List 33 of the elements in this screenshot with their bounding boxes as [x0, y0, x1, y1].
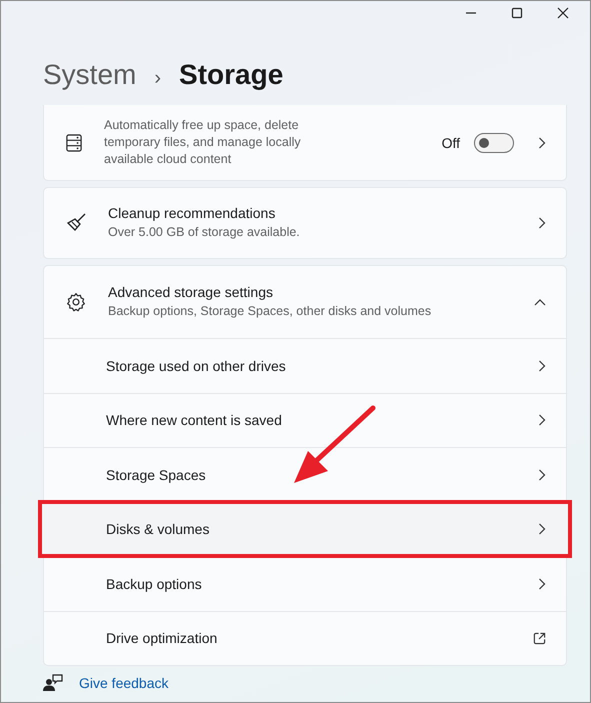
storage-icon — [66, 132, 82, 152]
chevron-right-icon — [538, 360, 546, 372]
settings-item[interactable]: Backup options — [44, 556, 566, 610]
toggle-switch[interactable] — [474, 132, 514, 152]
breadcrumb-separator: › — [154, 67, 162, 90]
cleanup-card[interactable]: Cleanup recommendations Over 5.00 GB of storage available. — [43, 187, 567, 259]
close-icon[interactable] — [557, 7, 569, 19]
gear-icon — [66, 292, 86, 312]
open-external-icon — [533, 632, 546, 645]
chevron-right-icon — [538, 414, 546, 426]
maximize-icon[interactable] — [511, 7, 523, 19]
chevron-right-icon — [538, 578, 546, 590]
settings-item[interactable]: Disks & volumes — [40, 502, 570, 556]
setting-description: Automatically free up space, delete temporary files, and manage locally available cloud content — [104, 117, 302, 168]
setting-title: Advanced storage settings — [108, 284, 274, 300]
give-feedback-link[interactable]: Give feedback — [79, 675, 168, 691]
chevron-right-icon — [538, 136, 546, 148]
storage-sense-card[interactable]: Automatically free up space, delete temporary files, and manage locally available cloud content Off — [43, 105, 567, 181]
settings-item[interactable]: Where new content is saved — [44, 392, 566, 447]
setting-description: Backup options, Storage Spaces, other disks and volumes — [108, 303, 432, 320]
settings-item[interactable]: Storage used on other drives — [44, 338, 566, 392]
breadcrumb-parent[interactable]: System — [43, 59, 136, 91]
page-title: Storage — [179, 59, 284, 91]
broom-icon — [66, 213, 86, 233]
advanced-settings-header[interactable]: Advanced storage settings Backup options, Storage Spaces, other disks and volumes — [44, 266, 566, 338]
settings-item[interactable]: Drive optimization — [44, 610, 566, 665]
setting-description: Over 5.00 GB of storage available. — [108, 224, 301, 241]
setting-title: Cleanup recommendations — [108, 205, 276, 221]
chevron-right-icon — [538, 523, 546, 536]
chevron-right-icon — [538, 468, 546, 481]
toggle-label: Off — [442, 134, 460, 150]
chevron-right-icon — [538, 217, 546, 229]
feedback-icon — [43, 674, 63, 692]
